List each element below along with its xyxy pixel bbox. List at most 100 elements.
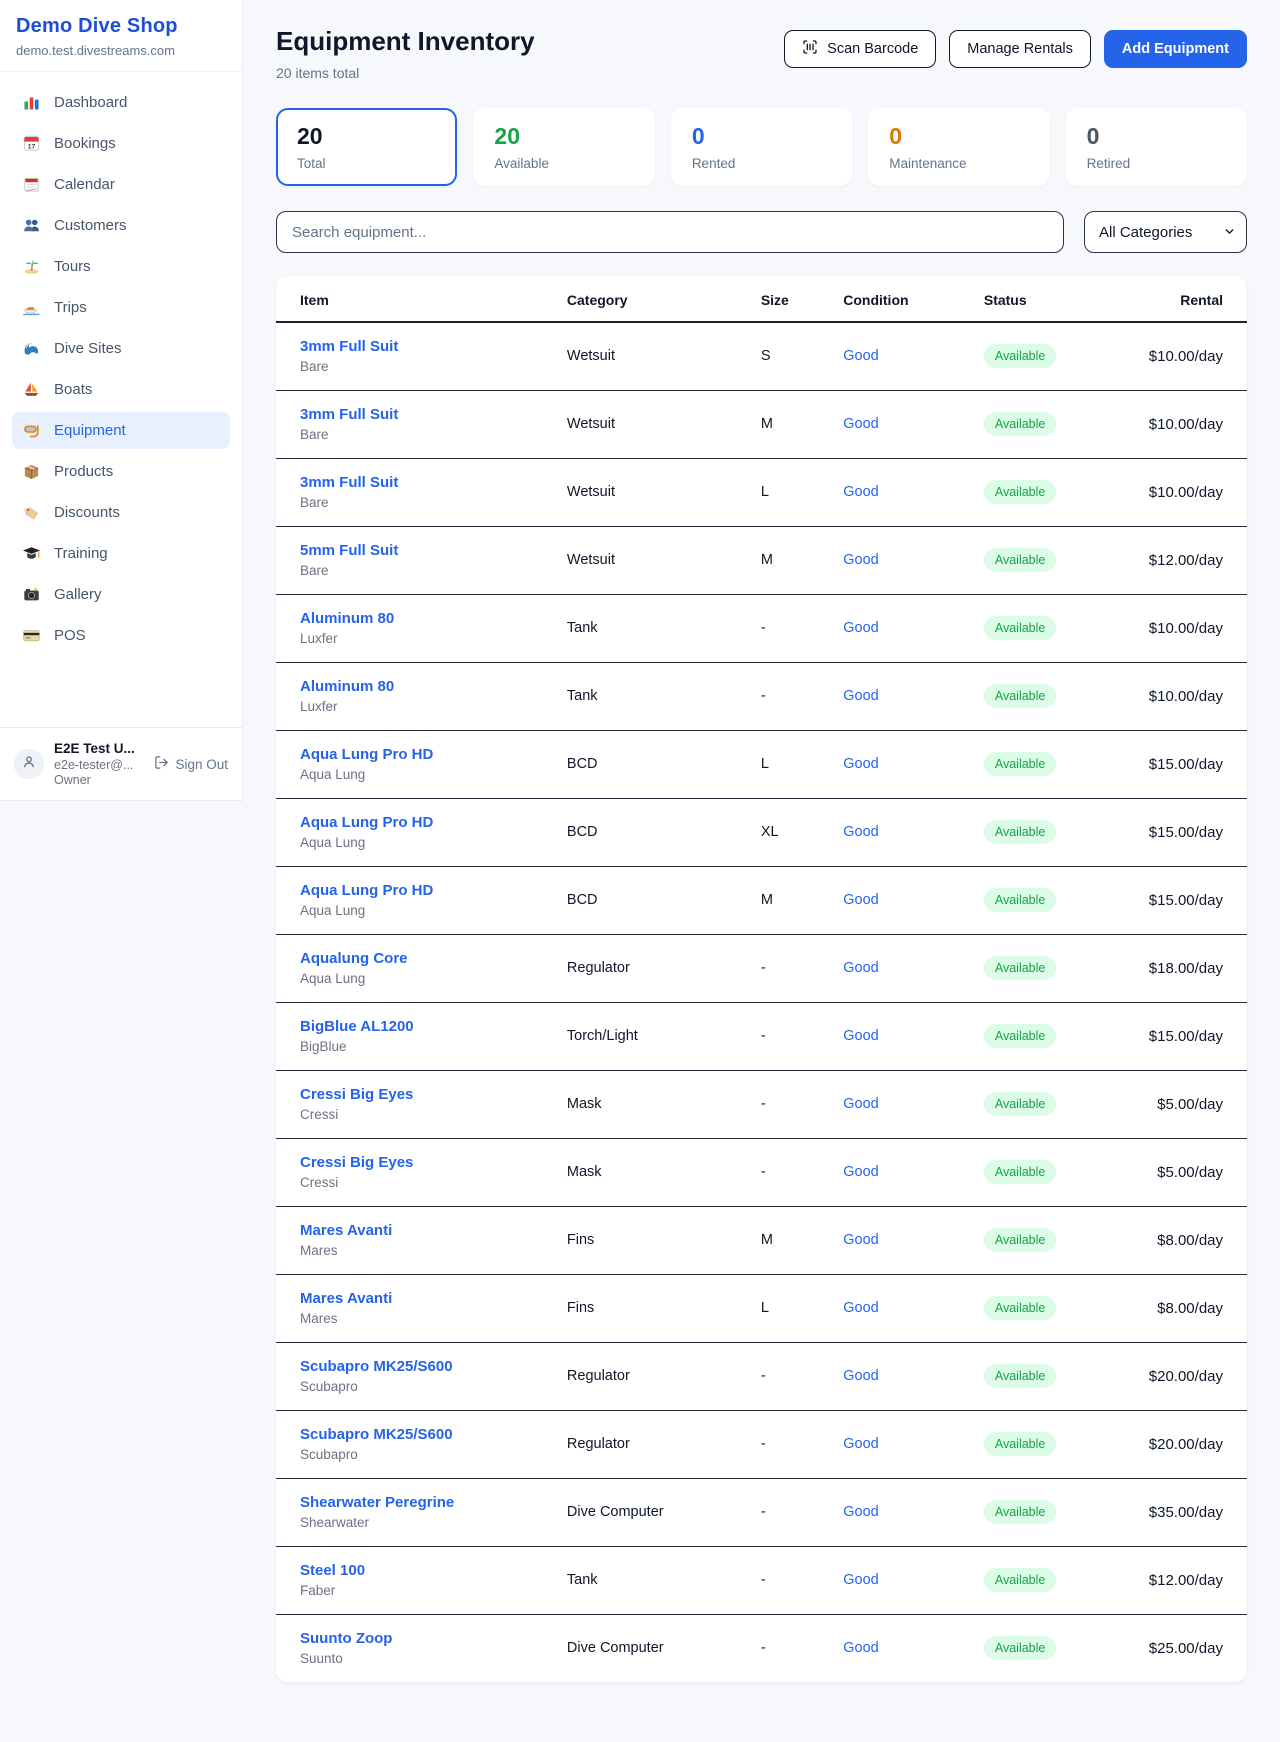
sidebar-item-calendar[interactable]: Calendar	[12, 166, 230, 203]
condition-link[interactable]: Good	[843, 348, 878, 364]
condition-link[interactable]: Good	[843, 756, 878, 772]
category-select[interactable]: All Categories	[1084, 211, 1247, 253]
sidebar-item-dashboard[interactable]: Dashboard	[12, 84, 230, 121]
cell-category: Regulator	[567, 934, 761, 1002]
status-badge: Available	[984, 1568, 1057, 1592]
condition-link[interactable]: Good	[843, 688, 878, 704]
brand-domain: demo.test.divestreams.com	[16, 43, 226, 58]
condition-link[interactable]: Good	[843, 1232, 878, 1248]
condition-link[interactable]: Good	[843, 1436, 878, 1452]
table-row: Aqua Lung Pro HD Aqua Lung BCD XL Good A…	[276, 798, 1247, 866]
item-link[interactable]: 3mm Full Suit	[300, 338, 398, 355]
cell-category: Wetsuit	[567, 458, 761, 526]
item-link[interactable]: BigBlue AL1200	[300, 1018, 414, 1035]
item-link[interactable]: Aluminum 80	[300, 610, 394, 627]
item-brand: Cressi	[300, 1175, 567, 1190]
sidebar-item-discounts[interactable]: Discounts	[12, 494, 230, 531]
item-link[interactable]: Aqua Lung Pro HD	[300, 746, 433, 763]
package-icon	[22, 462, 41, 481]
item-link[interactable]: Suunto Zoop	[300, 1630, 392, 1647]
item-link[interactable]: Cressi Big Eyes	[300, 1154, 413, 1171]
condition-link[interactable]: Good	[843, 552, 878, 568]
status-badge: Available	[984, 1296, 1057, 1320]
stat-card-available[interactable]: 20 Available	[473, 108, 654, 186]
condition-link[interactable]: Good	[843, 1164, 878, 1180]
cell-size: -	[761, 594, 843, 662]
add-equipment-button[interactable]: Add Equipment	[1104, 30, 1247, 68]
cell-size: -	[761, 1410, 843, 1478]
sidebar-item-bookings[interactable]: 17 Bookings	[12, 125, 230, 162]
item-brand: Luxfer	[300, 631, 567, 646]
sidebar-item-products[interactable]: Products	[12, 453, 230, 490]
item-link[interactable]: Scubapro MK25/S600	[300, 1358, 453, 1375]
sidebar-item-pos[interactable]: POS	[12, 617, 230, 654]
sidebar-item-tours[interactable]: Tours	[12, 248, 230, 285]
sidebar-item-gallery[interactable]: Gallery	[12, 576, 230, 613]
item-link[interactable]: 3mm Full Suit	[300, 474, 398, 491]
sidebar-item-dive-sites[interactable]: Dive Sites	[12, 330, 230, 367]
item-link[interactable]: Mares Avanti	[300, 1290, 392, 1307]
item-link[interactable]: Shearwater Peregrine	[300, 1494, 454, 1511]
item-link[interactable]: 5mm Full Suit	[300, 542, 398, 559]
stat-card-retired[interactable]: 0 Retired	[1066, 108, 1247, 186]
cell-category: Mask	[567, 1138, 761, 1206]
sidebar: Demo Dive Shop demo.test.divestreams.com…	[0, 0, 243, 801]
page-title: Equipment Inventory	[276, 26, 535, 57]
island-icon	[22, 257, 41, 276]
search-input[interactable]	[276, 211, 1064, 253]
condition-link[interactable]: Good	[843, 1504, 878, 1520]
stat-card-rented[interactable]: 0 Rented	[671, 108, 852, 186]
condition-link[interactable]: Good	[843, 1572, 878, 1588]
condition-link[interactable]: Good	[843, 1640, 878, 1656]
cell-size: L	[761, 730, 843, 798]
item-link[interactable]: Aluminum 80	[300, 678, 394, 695]
stat-card-maintenance[interactable]: 0 Maintenance	[868, 108, 1049, 186]
sidebar-item-label: Products	[54, 463, 113, 480]
sidebar-item-equipment[interactable]: Equipment	[12, 412, 230, 449]
item-link[interactable]: Aqua Lung Pro HD	[300, 882, 433, 899]
item-brand: BigBlue	[300, 1039, 567, 1054]
sidebar-item-customers[interactable]: Customers	[12, 207, 230, 244]
condition-link[interactable]: Good	[843, 1300, 878, 1316]
item-link[interactable]: Mares Avanti	[300, 1222, 392, 1239]
cell-rental: $10.00/day	[1149, 662, 1247, 730]
item-brand: Scubapro	[300, 1447, 567, 1462]
condition-link[interactable]: Good	[843, 1028, 878, 1044]
sign-out-button[interactable]: Sign Out	[154, 755, 228, 773]
item-brand: Aqua Lung	[300, 835, 567, 850]
cell-rental: $20.00/day	[1149, 1410, 1247, 1478]
stat-card-total[interactable]: 20 Total	[276, 108, 457, 186]
sign-out-label: Sign Out	[175, 757, 228, 772]
item-link[interactable]: Scubapro MK25/S600	[300, 1426, 453, 1443]
item-brand: Aqua Lung	[300, 971, 567, 986]
item-brand: Bare	[300, 563, 567, 578]
item-link[interactable]: Cressi Big Eyes	[300, 1086, 413, 1103]
item-link[interactable]: 3mm Full Suit	[300, 406, 398, 423]
stat-label: Total	[297, 156, 436, 171]
condition-link[interactable]: Good	[843, 484, 878, 500]
condition-link[interactable]: Good	[843, 824, 878, 840]
table-row: Shearwater Peregrine Shearwater Dive Com…	[276, 1478, 1247, 1546]
sidebar-item-training[interactable]: Training	[12, 535, 230, 572]
calendar-date-icon: 17	[22, 134, 41, 153]
cell-size: XL	[761, 798, 843, 866]
item-link[interactable]: Aqualung Core	[300, 950, 408, 967]
motorboat-icon	[22, 298, 41, 317]
graduation-cap-icon	[22, 544, 41, 563]
sidebar-item-boats[interactable]: Boats	[12, 371, 230, 408]
condition-link[interactable]: Good	[843, 1368, 878, 1384]
condition-link[interactable]: Good	[843, 416, 878, 432]
item-link[interactable]: Steel 100	[300, 1562, 365, 1579]
condition-link[interactable]: Good	[843, 892, 878, 908]
item-link[interactable]: Aqua Lung Pro HD	[300, 814, 433, 831]
user-email: e2e-tester@...	[54, 758, 144, 772]
condition-link[interactable]: Good	[843, 620, 878, 636]
cell-category: Tank	[567, 1546, 761, 1614]
sidebar-item-label: Trips	[54, 299, 87, 316]
condition-link[interactable]: Good	[843, 960, 878, 976]
manage-rentals-button[interactable]: Manage Rentals	[949, 30, 1091, 68]
scan-barcode-button[interactable]: Scan Barcode	[784, 30, 936, 68]
condition-link[interactable]: Good	[843, 1096, 878, 1112]
cell-category: Wetsuit	[567, 322, 761, 390]
sidebar-item-trips[interactable]: Trips	[12, 289, 230, 326]
